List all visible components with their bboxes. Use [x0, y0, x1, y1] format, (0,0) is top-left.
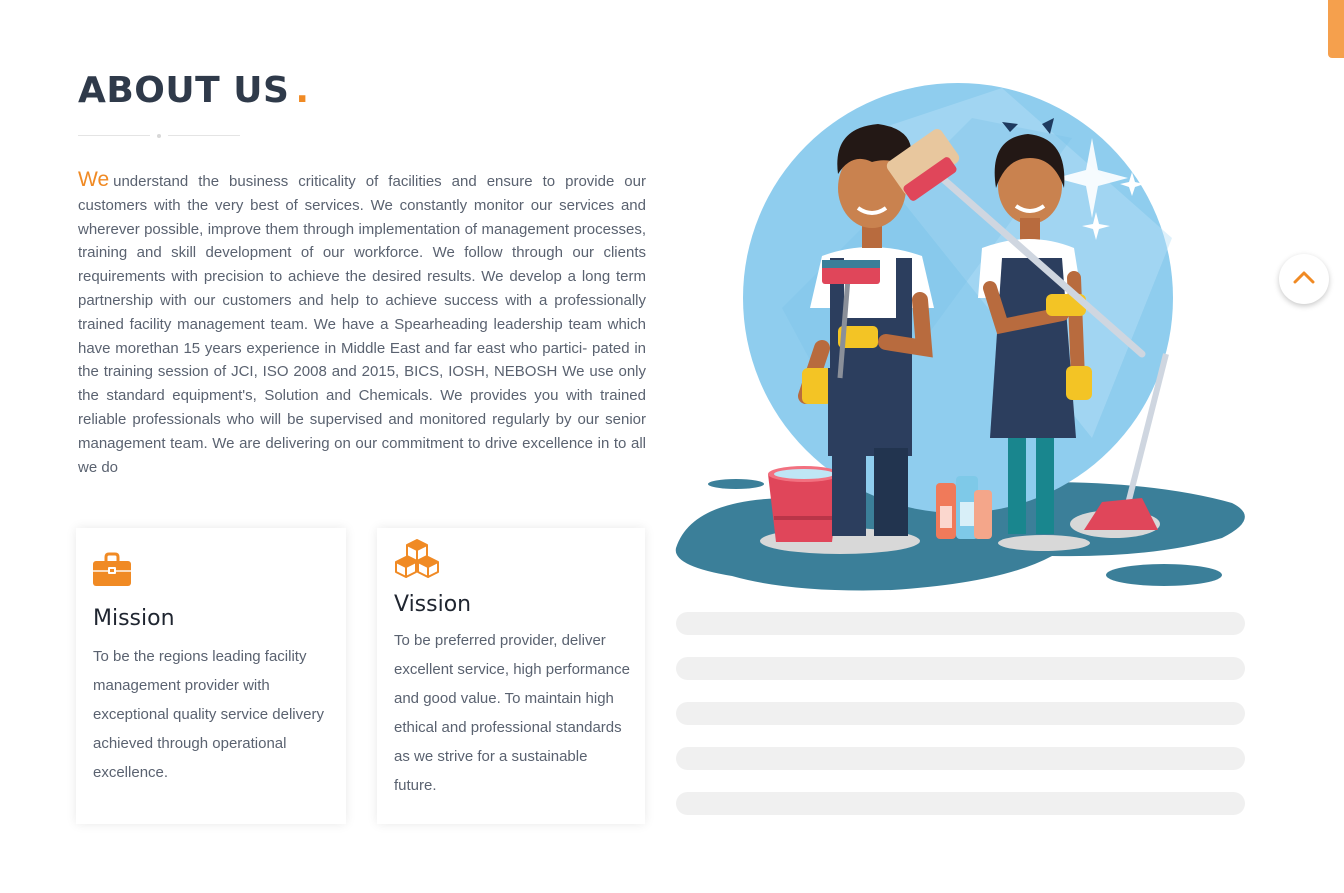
vision-text: To be preferred provider, deliver excell… — [394, 632, 630, 794]
page-title: ABOUT US. — [78, 70, 310, 111]
vision-card: Vission To be preferred provider, delive… — [377, 528, 645, 824]
cubes-icon — [393, 538, 441, 583]
placeholder-bar — [676, 792, 1245, 815]
placeholder-bar — [676, 747, 1245, 770]
scroll-to-top-button[interactable] — [1279, 254, 1329, 304]
chevron-up-icon — [1293, 270, 1315, 289]
title-divider — [78, 134, 242, 138]
placeholder-bar — [676, 657, 1245, 680]
intro-text: understand the business criticality of f… — [78, 173, 646, 476]
placeholder-bars — [676, 612, 1245, 837]
cleaning-staff-illustration — [672, 78, 1252, 603]
side-tab[interactable] — [1328, 0, 1344, 58]
briefcase-icon — [92, 552, 132, 593]
title-dot: . — [295, 70, 310, 111]
mission-text: To be the regions leading facility manag… — [93, 648, 324, 781]
placeholder-bar — [676, 612, 1245, 635]
mission-title: Mission — [93, 606, 175, 631]
about-paragraph: We understand the business criticality of… — [78, 168, 646, 479]
vision-title: Vission — [394, 592, 472, 617]
mission-card: Mission To be the regions leading facili… — [76, 528, 346, 824]
intro-lead: We — [78, 168, 110, 191]
page-title-text: ABOUT US — [78, 70, 290, 111]
placeholder-bar — [676, 702, 1245, 725]
